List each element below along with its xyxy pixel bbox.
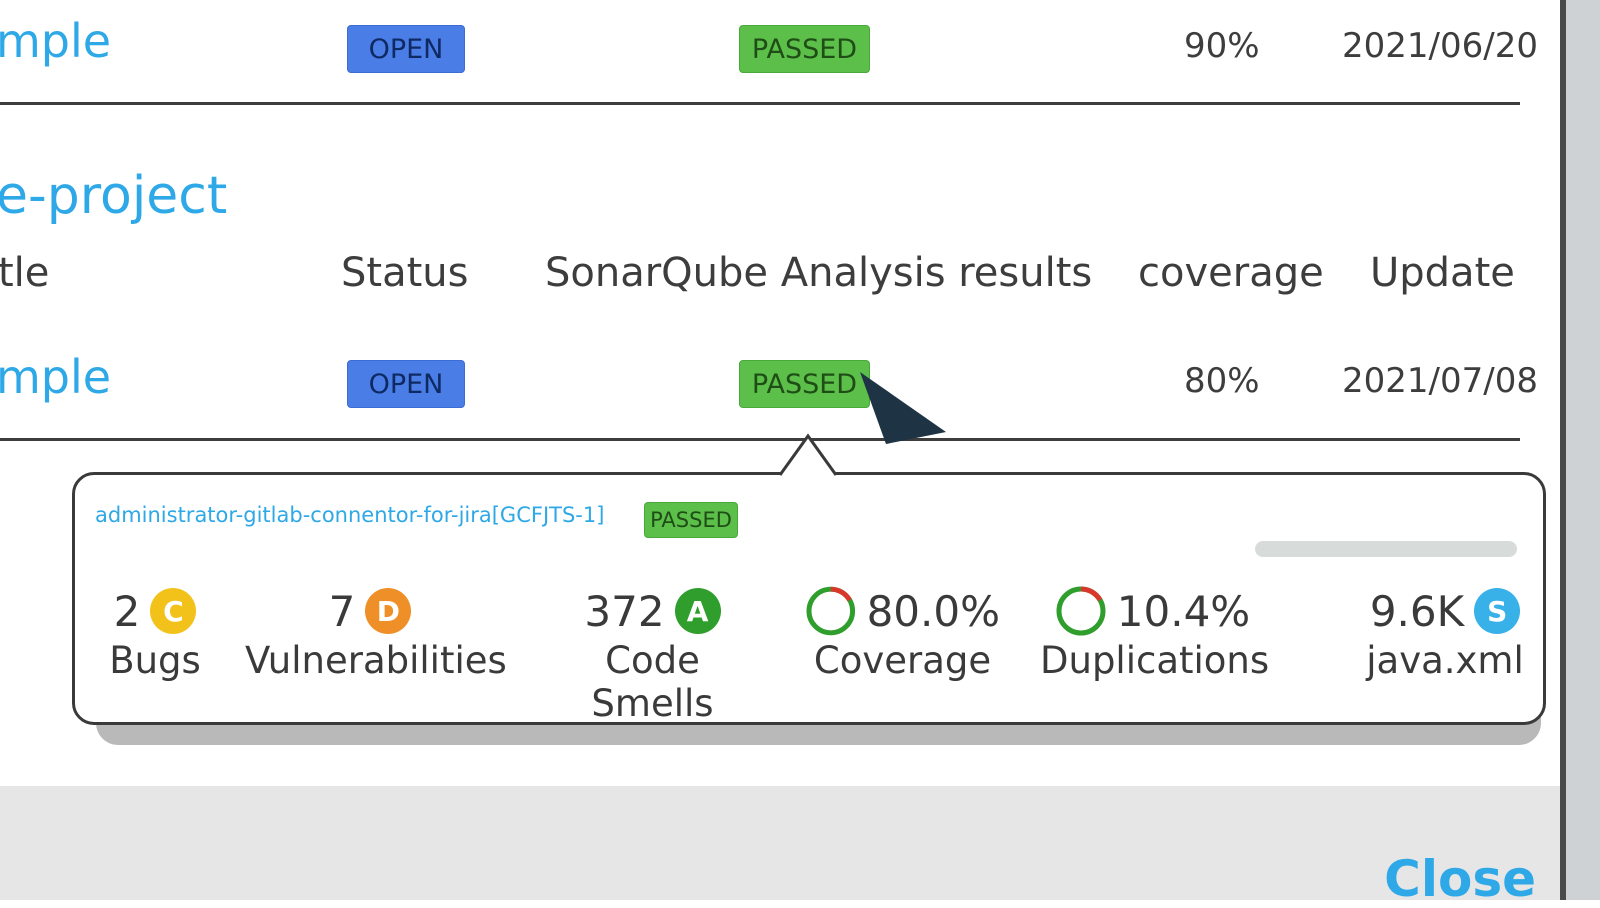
column-header-update: Update [1370,250,1515,296]
metric-code-smells[interactable]: 372 A Code Smells [540,585,765,725]
vulnerabilities-label: Vulnerabilities [245,639,507,682]
vulnerabilities-count: 7 [328,586,356,636]
column-header-analysis: SonarQube Analysis results [545,250,1093,296]
sonarqube-result-badge[interactable]: PASSED [739,25,870,73]
status-badge: OPEN [347,360,465,408]
code-smells-label: Code Smells [591,639,714,725]
metric-coverage[interactable]: 80.0% Coverage [805,585,1000,682]
issue-title-link[interactable]: mple [0,350,111,404]
popover-caret [780,433,836,476]
size-s-icon: S [1474,588,1521,634]
duplications-donut-icon [1056,586,1106,636]
coverage-label: Coverage [813,639,992,682]
bugs-label: Bugs [109,639,201,682]
metric-bugs[interactable]: 2 C Bugs [100,585,210,683]
quality-gate-badge: PASSED [644,502,738,538]
duplications-percent: 10.4% [1116,586,1251,636]
column-header-coverage: coverage [1138,250,1324,296]
coverage-percent: 80.0% [866,586,1000,636]
status-badge: OPEN [347,25,465,73]
issue-title-link[interactable]: mple [0,14,111,68]
popover-project-link[interactable]: administrator-gitlab-connentor-for-jira[… [95,503,604,527]
code-smells-count: 372 [584,586,665,636]
coverage-donut-icon [806,586,856,636]
grade-d-icon: D [365,588,412,634]
coverage-value: 90% [1184,26,1260,66]
metric-duplications[interactable]: 10.4% Duplications [1040,585,1270,682]
row-divider [0,102,1520,105]
mouse-cursor-icon [860,372,946,444]
update-date: 2021/07/08 [1342,361,1538,401]
sonarqube-result-badge[interactable]: PASSED [739,360,870,408]
row-divider [0,438,1520,441]
grade-c-icon: C [150,588,197,634]
column-header-status: Status [341,250,469,296]
project-title[interactable]: e-project [0,166,227,226]
close-button[interactable]: Close [1384,850,1536,908]
language-label: java.xml [1366,639,1524,682]
dialog-footer [0,786,1560,900]
lines-of-code: 9.6K [1369,586,1465,636]
coverage-value: 80% [1184,361,1260,401]
duplications-label: Duplications [1040,639,1270,682]
metric-size[interactable]: 9.6K S java.xml [1365,585,1525,683]
bugs-count: 2 [113,586,141,636]
update-date: 2021/06/20 [1342,26,1538,66]
analysis-progress-bar [1255,541,1517,557]
scrollbar[interactable] [1560,0,1600,900]
column-header-title: tle [0,250,50,296]
grade-a-icon: A [674,588,721,634]
metric-vulnerabilities[interactable]: 7 D Vulnerabilities [245,585,507,683]
